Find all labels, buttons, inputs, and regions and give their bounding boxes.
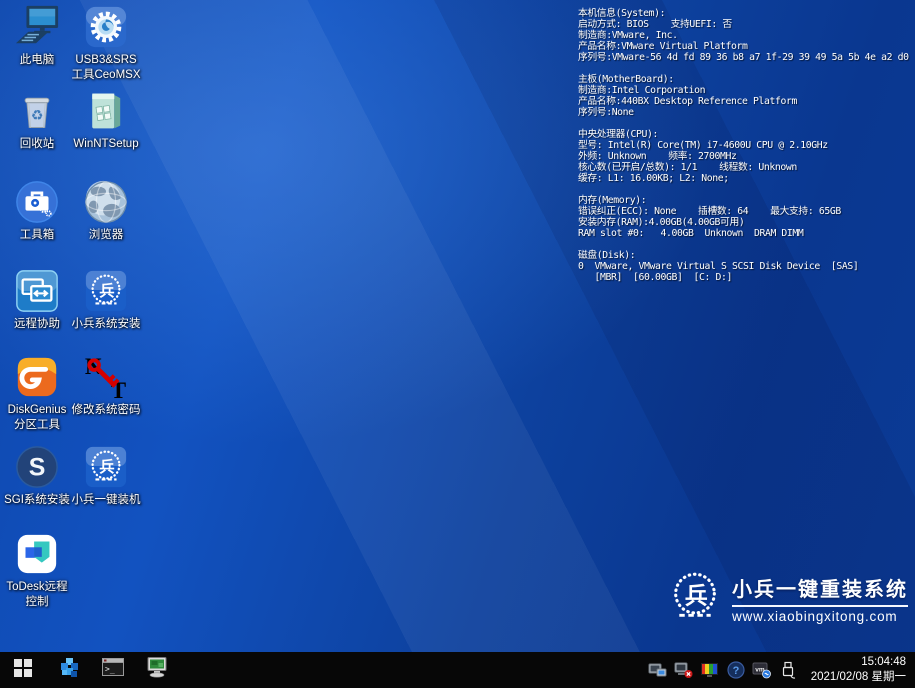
teal-software-box-icon: [83, 88, 129, 134]
vmware-tools-icon[interactable]: vm: [752, 659, 772, 681]
taskbar: >_: [0, 652, 915, 688]
navy-s-circle-icon: S: [14, 444, 60, 490]
desktop-icon-recycle-bin[interactable]: ♻ 回收站: [1, 88, 73, 152]
start-button[interactable]: [0, 652, 46, 688]
desktop-icon-remote-assist[interactable]: 远程协助: [1, 268, 73, 332]
desktop-icon-sgi-install[interactable]: S SGI系统安装: [1, 444, 73, 508]
svg-text:>_: >_: [105, 665, 115, 674]
dual-monitor-arrows-icon: [14, 268, 60, 314]
system-tray: ? vm: [648, 659, 798, 681]
trash-can-recycle-icon: ♻: [14, 88, 60, 134]
pe-network-computer-icon: [145, 657, 169, 683]
desktop: 此电脑 ♻ 回收站 工具箱: [0, 0, 915, 688]
svg-text:兵: 兵: [99, 282, 114, 300]
xiaobing-dotted-circle-icon: 兵: [83, 268, 129, 314]
watermark-title: 小兵一键重装系统: [732, 573, 908, 602]
nt-red-key-icon: N T: [83, 354, 129, 400]
pe-tools-button[interactable]: [59, 652, 81, 688]
globe-icon: [83, 179, 129, 225]
pe-network-button[interactable]: [145, 652, 169, 688]
display-color-icon[interactable]: [700, 659, 720, 681]
network-computers-icon[interactable]: [648, 659, 668, 681]
svg-text:兵: 兵: [99, 458, 114, 476]
blue-gear-swirl-icon: [83, 4, 129, 50]
desktop-icon-label: ToDesk远程 控制: [6, 580, 67, 610]
command-prompt-icon: >_: [102, 658, 124, 682]
xiaobing-watermark-logo-icon: 兵: [666, 567, 724, 630]
clock-time: 15:04:48: [811, 655, 906, 670]
svg-text:♻: ♻: [31, 108, 43, 123]
desktop-icon-diskgenius[interactable]: DiskGenius 分区工具: [1, 354, 73, 433]
network-disconnected-icon[interactable]: [674, 659, 694, 681]
desktop-icon-winntsetup[interactable]: WinNTSetup: [70, 88, 142, 152]
orange-dg-icon: [14, 354, 60, 400]
desktop-icon-label: 修改系统密码: [72, 403, 141, 418]
desktop-icon-label: 小兵系统安装: [72, 317, 141, 332]
taskbar-apps: >_: [59, 652, 169, 688]
desktop-icon-usb3-srs[interactable]: USB3&SRS 工具CeoMSX: [70, 4, 142, 83]
windows-logo-icon: [14, 659, 32, 682]
xiaobing-dotted-circle-icon: 兵: [83, 444, 129, 490]
desktop-icon-label: 浏览器: [89, 228, 124, 243]
desktop-icon-label: WinNTSetup: [73, 137, 138, 152]
watermark-url: www.xiaobingxitong.com: [732, 605, 908, 624]
watermark-logo-glyph: 兵: [685, 582, 708, 608]
desktop-icon-nt-password[interactable]: N T 修改系统密码: [70, 354, 142, 418]
command-prompt-button[interactable]: >_: [102, 652, 124, 688]
desktop-icon-label: 回收站: [20, 137, 55, 152]
desktop-icon-label: 工具箱: [20, 228, 55, 243]
desktop-icon-this-pc[interactable]: 此电脑: [1, 4, 73, 68]
desktop-icon-xiaobing-onekey[interactable]: 兵 小兵一键装机: [70, 444, 142, 508]
desktop-icon-browser[interactable]: 浏览器: [70, 179, 142, 243]
system-info-text: 本机信息(System): 启动方式: BIOS 支持UEFI: 否 制造商:V…: [578, 8, 909, 283]
desktop-icon-xiaobing-install[interactable]: 兵 小兵系统安装: [70, 268, 142, 332]
desktop-icon-label: 小兵一键装机: [72, 493, 141, 508]
desktop-icon-toolbox[interactable]: 工具箱: [1, 179, 73, 243]
clock-date: 2021/02/08 星期一: [811, 670, 906, 685]
desktop-icon-todesk[interactable]: ToDesk远程 控制: [1, 531, 73, 610]
blue-cubes-tool-icon: [59, 657, 81, 684]
desktop-icon-label: DiskGenius 分区工具: [8, 403, 67, 433]
usb-eject-icon[interactable]: [778, 659, 798, 681]
desktop-icon-label: SGI系统安装: [4, 493, 70, 508]
svg-text:?: ?: [732, 665, 739, 677]
help-question-icon[interactable]: ?: [726, 659, 746, 681]
desktop-icon-label: 此电脑: [20, 53, 55, 68]
desktop-icon-label: USB3&SRS 工具CeoMSX: [71, 53, 140, 83]
blue-circle-toolbox-icon: [14, 179, 60, 225]
svg-text:S: S: [29, 454, 46, 482]
desktop-icon-label: 远程协助: [14, 317, 60, 332]
todesk-logo-icon: [14, 531, 60, 577]
watermark: 兵 小兵一键重装系统 www.xiaobingxitong.com: [666, 567, 908, 630]
taskbar-clock[interactable]: 15:04:48 2021/02/08 星期一: [811, 655, 906, 685]
computer-monitor-keyboard-icon: [14, 4, 60, 50]
